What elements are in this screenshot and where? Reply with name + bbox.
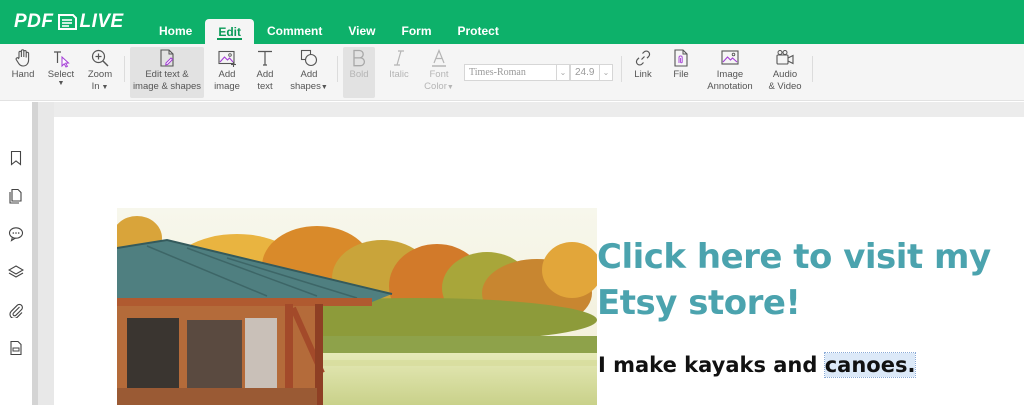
image-annotation-label-line2: Annotation [707,81,753,92]
logo-text-live: LIVE [79,11,124,32]
add-text-button[interactable]: Add text [252,48,278,93]
kayak-text-line[interactable]: I make kayaks and canoes. [598,352,917,378]
selected-text-canoes[interactable]: canoes. [823,352,917,378]
italic-label: Italic [389,69,409,80]
attachment-icon[interactable] [8,302,24,320]
font-color-label-line2: Color▼ [424,81,454,94]
hand-tool-button[interactable]: Hand [10,48,36,81]
font-size-chevron-down-icon[interactable]: ⌄ [599,65,612,80]
select-caret-icon[interactable]: ▼ [58,80,65,87]
audio-video-label-line2: & Video [768,81,802,92]
italic-button[interactable]: Italic [384,48,414,81]
file-attachment-icon [674,49,688,67]
edit-text-label-line1: Edit text & [145,69,189,80]
bold-icon [353,49,366,67]
tab-edit[interactable]: Edit [205,19,255,44]
add-image-label-line2: image [214,81,240,92]
add-text-icon [258,50,272,66]
toolbar-divider [124,56,125,82]
link-icon [635,50,651,66]
font-color-button[interactable]: Font Color▼ [423,48,455,94]
font-size-value: 24.9 [575,67,595,78]
logo-text-pdf: PDF [14,11,54,32]
add-image-button[interactable]: Add image [212,48,242,93]
font-family-value: Times-Roman [469,67,526,78]
edit-text-label-line2: image & shapes [132,81,202,92]
add-image-icon [218,50,236,67]
toolbar-divider [812,56,813,82]
select-text-icon [54,51,70,68]
link-button[interactable]: Link [630,48,656,81]
boathouse-photo[interactable] [117,208,597,405]
hand-icon [15,49,30,67]
add-text-label-line1: Add [256,69,274,80]
left-sidebar [0,102,32,405]
add-text-label-line2: text [257,81,273,92]
link-label: Link [634,69,652,80]
app-logo: PDF LIVE [14,9,124,35]
bold-label: Bold [349,69,369,80]
font-family-chevron-down-icon[interactable]: ⌄ [556,65,569,80]
kayak-text: I make kayaks and [598,353,825,377]
logo-doc-icon [56,13,78,31]
form-fields-icon[interactable] [8,340,24,356]
toolbar-divider [337,56,338,82]
comments-icon[interactable] [8,226,24,242]
audio-video-label-line1: Audio [772,69,798,80]
zoom-caret-icon[interactable]: ▼ [100,84,108,91]
layers-icon[interactable] [7,264,25,280]
zoom-label-in: In [91,81,100,92]
file-button[interactable]: File [668,48,694,81]
canvas-background [54,102,1024,117]
top-bar: PDF LIVE Home Edit Comment View Form Pro… [0,0,1024,44]
font-size-select[interactable]: 24.9 ⌄ [570,64,613,81]
hand-label: Hand [11,69,35,80]
font-family-select[interactable]: Times-Roman ⌄ [464,64,570,81]
file-label: File [673,69,689,80]
zoom-in-icon [91,49,109,67]
audio-video-button[interactable]: Audio & Video [764,48,806,93]
font-color-label-line1: Font [429,69,449,80]
zoom-label-line2: In ▼ [92,81,109,93]
italic-icon [394,50,404,66]
tab-home[interactable]: Home [146,18,205,44]
bookmark-icon[interactable] [8,150,24,166]
add-shapes-icon [300,49,318,67]
tab-form[interactable]: Form [389,18,445,44]
edit-text-image-shapes-button[interactable]: Edit text & image & shapes [130,47,204,98]
image-annotation-icon [721,50,739,65]
select-tool-button[interactable]: Select ▼ [46,48,76,87]
tab-protect[interactable]: Protect [445,18,512,44]
add-image-label-line1: Add [218,69,236,80]
zoom-in-button[interactable]: Zoom In ▼ [86,48,114,93]
add-shapes-label-text: shapes [290,81,321,92]
add-shapes-button[interactable]: Add shapes▼ [290,48,328,94]
main-tabs: Home Edit Comment View Form Protect [146,0,512,44]
image-annotation-button[interactable]: Image Annotation [704,48,756,93]
sidebar-panel-gutter [32,102,54,405]
tab-view[interactable]: View [335,18,388,44]
edit-toolbar: Hand Select ▼ Zoom In ▼ Edit text & imag… [0,44,1024,101]
zoom-label-line1: Zoom [87,69,113,80]
toolbar-divider [621,56,622,82]
pages-icon[interactable] [8,188,24,204]
font-color-caret-icon[interactable]: ▼ [447,84,454,91]
font-color-label-text: Color [424,81,447,92]
audio-video-icon [776,50,794,65]
tab-comment[interactable]: Comment [254,18,335,44]
edit-document-icon [160,49,174,67]
add-shapes-label-line2: shapes▼ [290,81,328,94]
add-shapes-label-line1: Add [300,69,318,80]
image-annotation-label-line1: Image [716,69,744,80]
etsy-store-link[interactable]: Click here to visit my Etsy store! [597,234,1017,326]
bold-button[interactable]: Bold [343,47,375,98]
font-color-icon [432,48,446,67]
add-shapes-caret-icon[interactable]: ▼ [321,84,328,91]
